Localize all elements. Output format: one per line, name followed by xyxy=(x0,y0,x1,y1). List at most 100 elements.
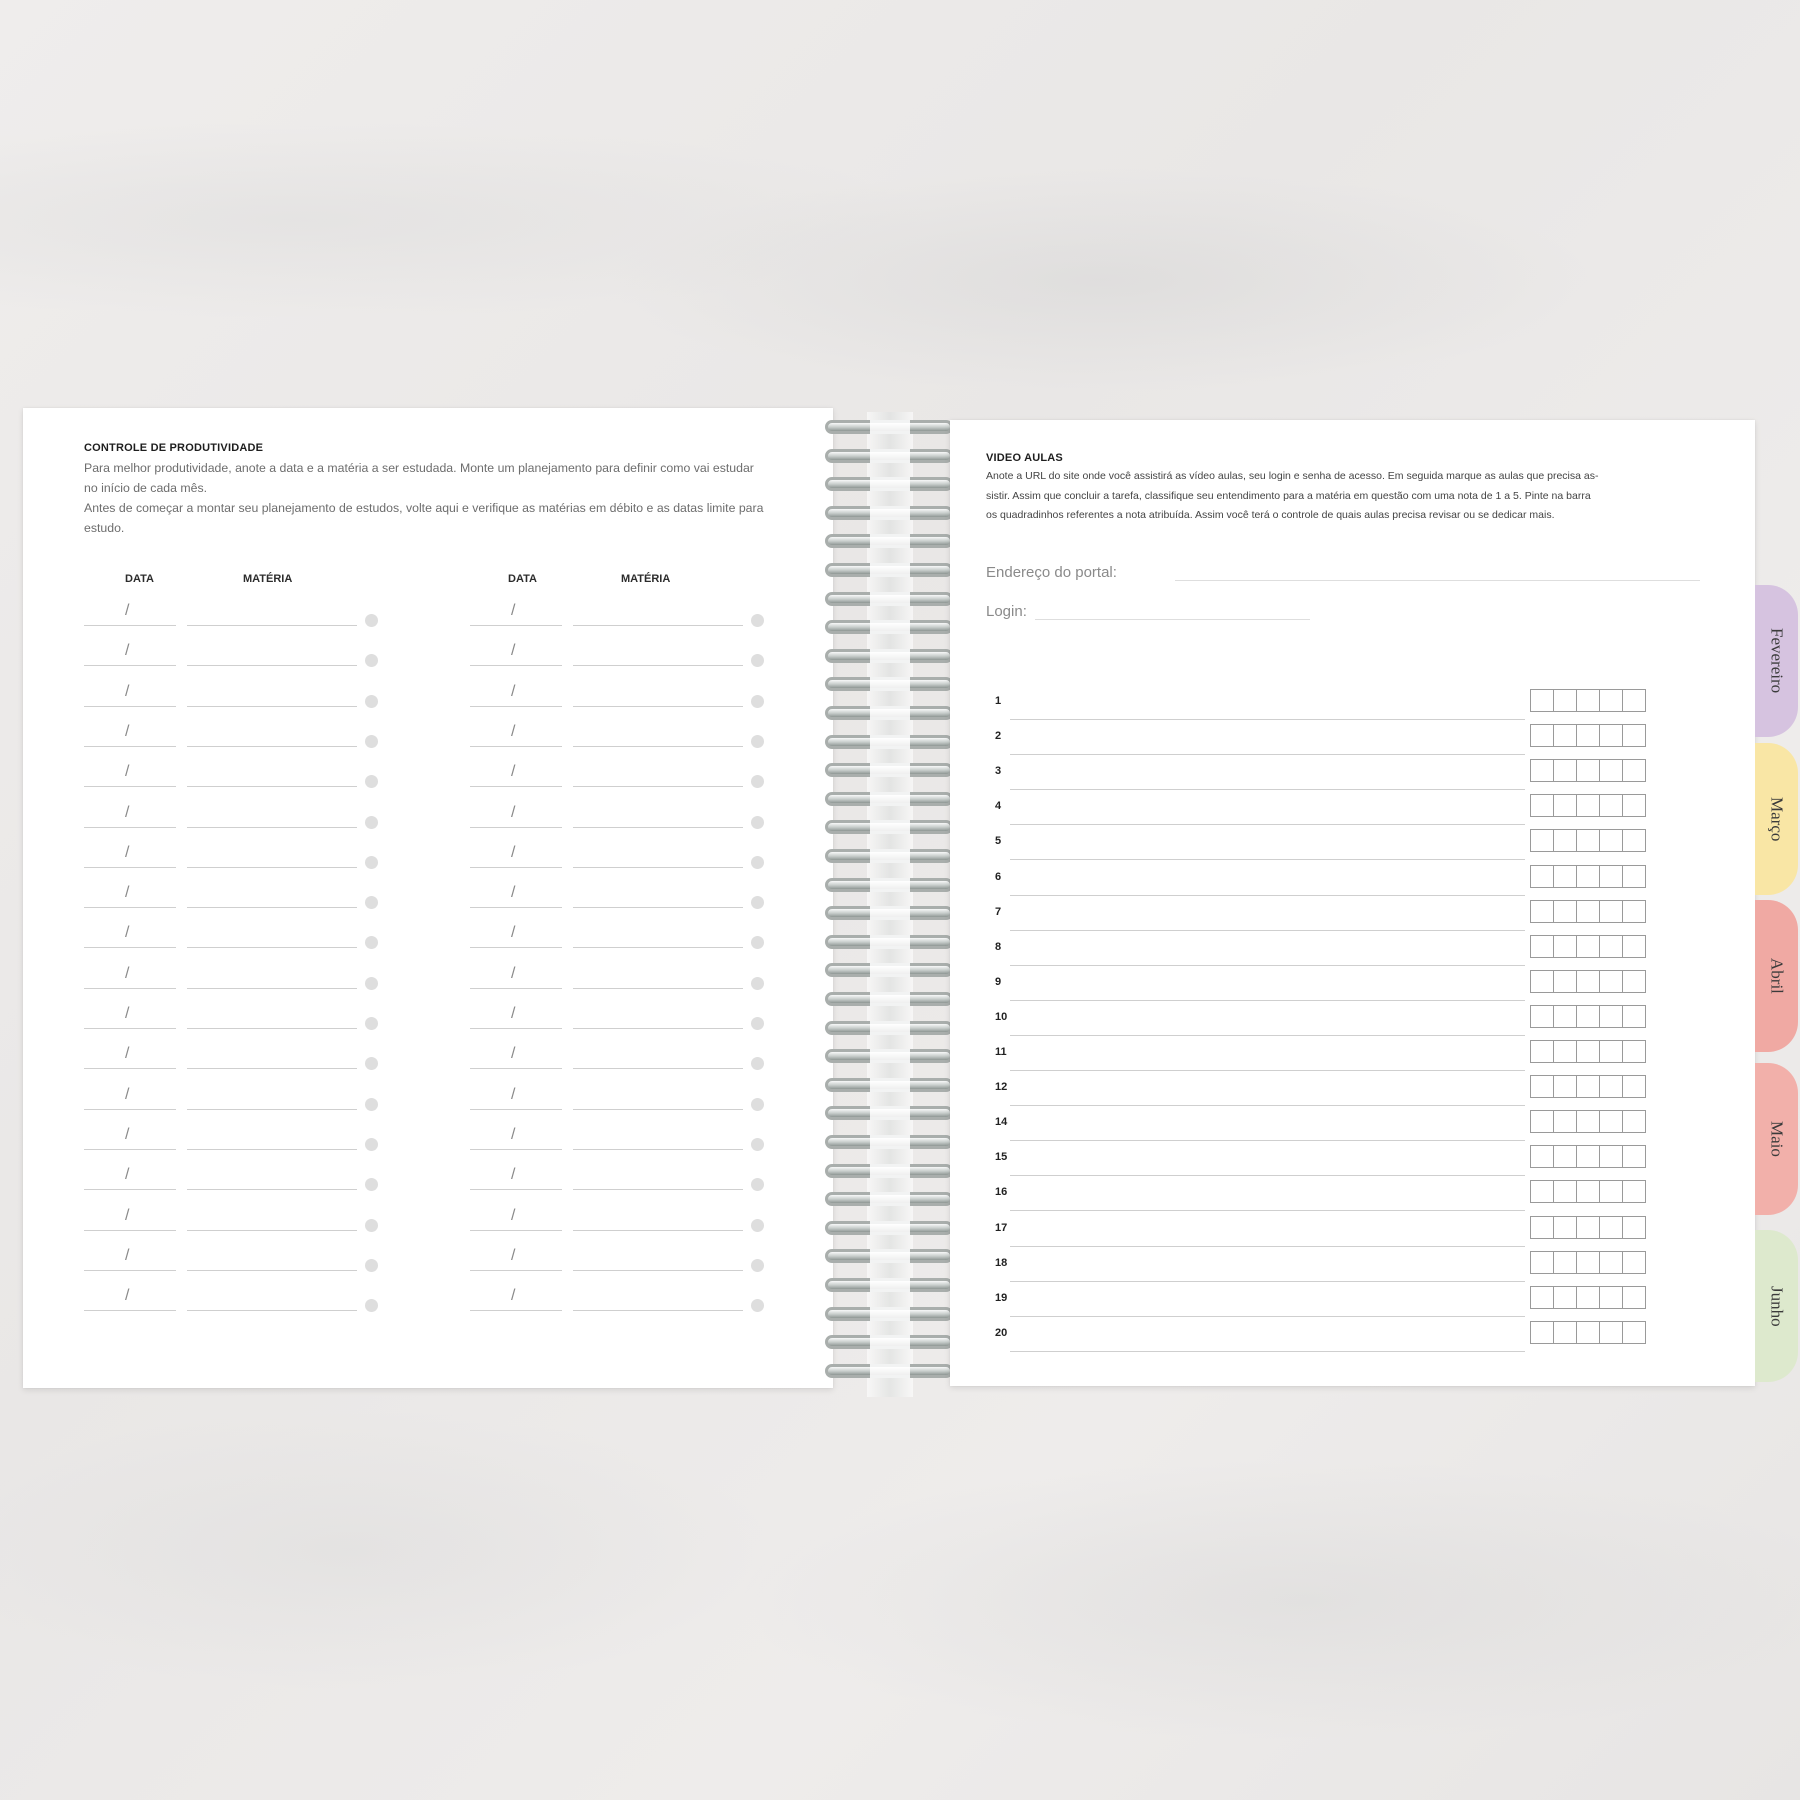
rating-box[interactable] xyxy=(1600,830,1623,852)
subject-input-line[interactable] xyxy=(187,705,357,707)
rating-box[interactable] xyxy=(1577,1005,1600,1027)
rating-box[interactable] xyxy=(1600,865,1623,887)
rating-box[interactable] xyxy=(1554,795,1577,817)
date-input-line[interactable] xyxy=(470,987,562,989)
subject-input-line[interactable] xyxy=(187,866,357,868)
date-input-line[interactable] xyxy=(470,826,562,828)
subject-input-line[interactable] xyxy=(187,1028,357,1029)
rating-box[interactable] xyxy=(1531,970,1554,992)
rating-box[interactable] xyxy=(1554,1216,1577,1238)
rating-box[interactable] xyxy=(1554,1286,1577,1308)
status-dot[interactable] xyxy=(365,654,378,668)
lesson-input-line[interactable] xyxy=(1010,1140,1525,1142)
status-dot[interactable] xyxy=(751,654,764,668)
date-input-line[interactable] xyxy=(84,907,176,909)
rating-box[interactable] xyxy=(1623,690,1645,711)
rating-box[interactable] xyxy=(1600,1181,1623,1203)
subject-input-line[interactable] xyxy=(573,1189,743,1191)
rating-box[interactable] xyxy=(1600,1251,1623,1273)
status-dot[interactable] xyxy=(365,1017,378,1030)
lesson-input-line[interactable] xyxy=(1010,824,1525,826)
rating-box[interactable] xyxy=(1577,795,1600,817)
rating-box[interactable] xyxy=(1623,725,1645,746)
date-input-line[interactable] xyxy=(470,1148,562,1150)
rating-box[interactable] xyxy=(1531,1251,1554,1273)
rating-box[interactable] xyxy=(1600,1216,1623,1238)
rating-box[interactable] xyxy=(1531,830,1554,852)
rating-box[interactable] xyxy=(1577,1076,1600,1098)
subject-input-line[interactable] xyxy=(573,826,743,828)
rating-box[interactable] xyxy=(1577,690,1600,711)
status-dot[interactable] xyxy=(365,734,378,748)
status-dot[interactable] xyxy=(751,775,764,789)
status-dot[interactable] xyxy=(751,976,764,990)
rating-box[interactable] xyxy=(1554,1321,1577,1343)
subject-input-line[interactable] xyxy=(187,826,357,828)
status-dot[interactable] xyxy=(365,1178,378,1192)
rating-box[interactable] xyxy=(1600,725,1623,747)
rating-box[interactable] xyxy=(1600,970,1623,992)
rating-box[interactable] xyxy=(1531,1041,1554,1062)
rating-box[interactable] xyxy=(1623,1181,1645,1202)
rating-box[interactable] xyxy=(1623,971,1645,992)
subject-input-line[interactable] xyxy=(573,1108,743,1110)
status-dot[interactable] xyxy=(751,614,764,627)
rating-box[interactable] xyxy=(1600,900,1623,922)
login-input-line[interactable] xyxy=(1035,619,1310,620)
rating-box[interactable] xyxy=(1600,1111,1623,1133)
status-dot[interactable] xyxy=(751,1178,764,1192)
subject-input-line[interactable] xyxy=(573,1148,743,1150)
rating-box[interactable] xyxy=(1531,900,1554,922)
lesson-input-line[interactable] xyxy=(1010,1034,1525,1036)
status-dot[interactable] xyxy=(751,694,764,708)
status-dot[interactable] xyxy=(365,1218,378,1232)
status-dot[interactable] xyxy=(751,1097,764,1111)
rating-box[interactable] xyxy=(1600,1146,1623,1168)
month-tab[interactable]: Abril xyxy=(1755,900,1798,1052)
rating-box[interactable] xyxy=(1600,1286,1623,1308)
rating-box[interactable] xyxy=(1531,690,1554,711)
subject-input-line[interactable] xyxy=(187,786,357,788)
rating-box[interactable] xyxy=(1577,1146,1600,1168)
rating-box[interactable] xyxy=(1531,1146,1554,1168)
rating-box[interactable] xyxy=(1600,795,1623,817)
rating-box[interactable] xyxy=(1554,935,1577,957)
date-input-line[interactable] xyxy=(470,665,562,667)
status-dot[interactable] xyxy=(751,855,764,869)
status-dot[interactable] xyxy=(751,1137,764,1151)
lesson-input-line[interactable] xyxy=(1010,1210,1525,1212)
status-dot[interactable] xyxy=(751,1218,764,1232)
rating-box[interactable] xyxy=(1600,1041,1623,1062)
lesson-input-line[interactable] xyxy=(1010,929,1525,931)
lesson-input-line[interactable] xyxy=(1010,999,1525,1001)
subject-input-line[interactable] xyxy=(187,1148,357,1150)
rating-box[interactable] xyxy=(1554,900,1577,922)
subject-input-line[interactable] xyxy=(187,947,357,949)
rating-box[interactable] xyxy=(1554,1146,1577,1168)
lesson-input-line[interactable] xyxy=(1010,1105,1525,1107)
status-dot[interactable] xyxy=(365,896,378,910)
rating-box[interactable] xyxy=(1623,760,1645,781)
status-dot[interactable] xyxy=(365,815,378,829)
rating-box[interactable] xyxy=(1577,1041,1600,1062)
rating-box[interactable] xyxy=(1600,935,1623,957)
subject-input-line[interactable] xyxy=(573,1310,743,1312)
rating-box[interactable] xyxy=(1623,1322,1645,1343)
rating-box[interactable] xyxy=(1577,1251,1600,1273)
subject-input-line[interactable] xyxy=(187,1189,357,1191)
rating-box[interactable] xyxy=(1600,1321,1623,1343)
subject-input-line[interactable] xyxy=(573,987,743,989)
date-input-line[interactable] xyxy=(470,1310,562,1312)
subject-input-line[interactable] xyxy=(573,745,743,747)
subject-input-line[interactable] xyxy=(187,665,357,667)
lesson-input-line[interactable] xyxy=(1010,789,1525,791)
rating-box[interactable] xyxy=(1531,760,1554,782)
subject-input-line[interactable] xyxy=(187,1310,357,1312)
rating-box[interactable] xyxy=(1623,1076,1645,1097)
status-dot[interactable] xyxy=(365,936,378,950)
rating-box[interactable] xyxy=(1531,1216,1554,1238)
date-input-line[interactable] xyxy=(470,625,562,626)
rating-box[interactable] xyxy=(1623,936,1645,957)
status-dot[interactable] xyxy=(365,1258,378,1272)
rating-box[interactable] xyxy=(1577,1286,1600,1308)
